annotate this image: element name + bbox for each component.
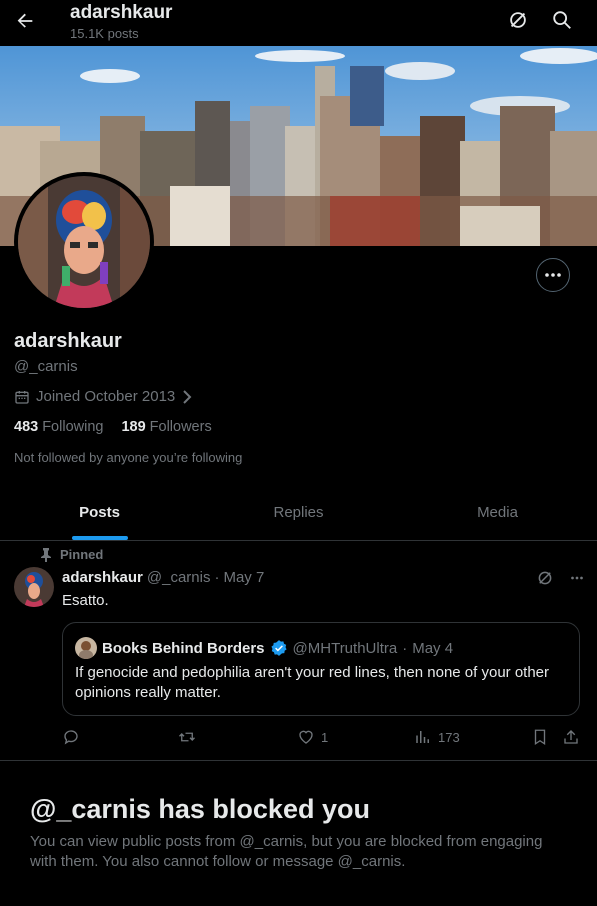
tab-media[interactable]: Media xyxy=(398,490,597,540)
blocked-description: You can view public posts from @_carnis,… xyxy=(30,833,543,870)
share-icon xyxy=(564,730,578,744)
search-icon xyxy=(553,11,571,29)
blocked-title: @_carnis has blocked you xyxy=(30,794,370,824)
following-link[interactable]: 483 Following xyxy=(14,419,103,435)
tab-label: Posts xyxy=(79,504,120,521)
quoted-author-avatar xyxy=(75,637,97,659)
grok-post-button[interactable] xyxy=(536,569,554,587)
repost-button[interactable] xyxy=(177,728,197,746)
more-options-button[interactable] xyxy=(536,258,570,292)
pinned-label: Pinned xyxy=(60,547,104,562)
joined-text: Joined October 2013 xyxy=(36,388,176,405)
post-header: adarshkaur @_carnis · May 7 xyxy=(62,569,264,586)
post-author-name[interactable]: adarshkaur xyxy=(62,569,143,586)
joined-date[interactable]: Joined October 2013 xyxy=(14,388,193,405)
quoted-post[interactable]: Books Behind Borders @MHTruthUltra · May… xyxy=(62,622,580,716)
tab-replies[interactable]: Replies xyxy=(199,490,398,540)
bookmark-button[interactable] xyxy=(532,728,548,746)
like-button[interactable]: 1 xyxy=(297,728,328,746)
pinned-indicator: Pinned xyxy=(40,547,103,562)
profile-handle: @_carnis xyxy=(14,358,78,375)
verified-badge-icon xyxy=(270,640,287,656)
following-count: 483 xyxy=(14,419,39,435)
followers-count: 189 xyxy=(121,419,146,435)
more-horizontal-icon xyxy=(571,576,583,580)
profile-tabs: Posts Replies Media xyxy=(0,490,597,541)
post-date[interactable]: May 7 xyxy=(223,569,264,586)
following-label: Following xyxy=(42,419,104,435)
views-chart-icon xyxy=(416,731,429,743)
follow-stats: 483 Following 189 Followers xyxy=(14,419,212,435)
active-tab-indicator xyxy=(71,536,128,540)
more-horizontal-icon xyxy=(545,273,561,277)
followers-label: Followers xyxy=(149,419,212,435)
dot-separator: · xyxy=(214,569,220,586)
heart-icon xyxy=(299,730,313,744)
reply-icon xyxy=(64,730,78,745)
post-top-actions xyxy=(536,569,586,587)
grok-icon xyxy=(538,571,552,585)
dot-separator: · xyxy=(402,639,408,657)
not-followed-notice: Not followed by anyone you’re following xyxy=(14,450,243,465)
post-more-button[interactable] xyxy=(568,569,586,587)
profile-avatar[interactable] xyxy=(14,172,154,312)
calendar-icon xyxy=(15,390,29,404)
back-button[interactable] xyxy=(14,10,36,32)
like-count: 1 xyxy=(321,729,329,745)
share-button[interactable] xyxy=(562,728,580,746)
post-author-avatar[interactable] xyxy=(14,567,54,607)
tab-label: Media xyxy=(477,504,518,521)
quoted-post-date: May 4 xyxy=(412,639,454,657)
quoted-post-text: If genocide and pedophilia aren't your r… xyxy=(75,664,550,701)
post-author-handle[interactable]: @_carnis xyxy=(147,569,211,586)
quoted-author-handle: @MHTruthUltra xyxy=(292,639,398,657)
quoted-author-name: Books Behind Borders xyxy=(102,639,265,657)
reply-button[interactable] xyxy=(62,728,80,746)
post-action-bar: 1 173 xyxy=(62,728,582,750)
view-count: 173 xyxy=(438,729,460,745)
repost-icon xyxy=(179,732,195,742)
tab-posts[interactable]: Posts xyxy=(0,490,199,540)
header-post-count: 15.1K posts xyxy=(70,26,139,41)
section-divider xyxy=(0,760,597,761)
bookmark-icon xyxy=(534,729,546,746)
chevron-right-icon xyxy=(183,389,192,404)
search-button[interactable] xyxy=(551,9,573,31)
quoted-post-header: Books Behind Borders @MHTruthUltra · May… xyxy=(75,637,453,659)
views-button[interactable]: 173 xyxy=(414,728,460,746)
grok-button[interactable] xyxy=(507,9,529,31)
arrow-left-icon xyxy=(17,13,33,28)
pin-icon xyxy=(41,547,51,562)
post-text: Esatto. xyxy=(62,592,109,609)
tab-label: Replies xyxy=(273,504,324,521)
grok-icon xyxy=(510,12,526,28)
profile-display-name: adarshkaur xyxy=(14,330,122,352)
followers-link[interactable]: 189 Followers xyxy=(121,419,211,435)
header-title: adarshkaur xyxy=(70,2,173,23)
